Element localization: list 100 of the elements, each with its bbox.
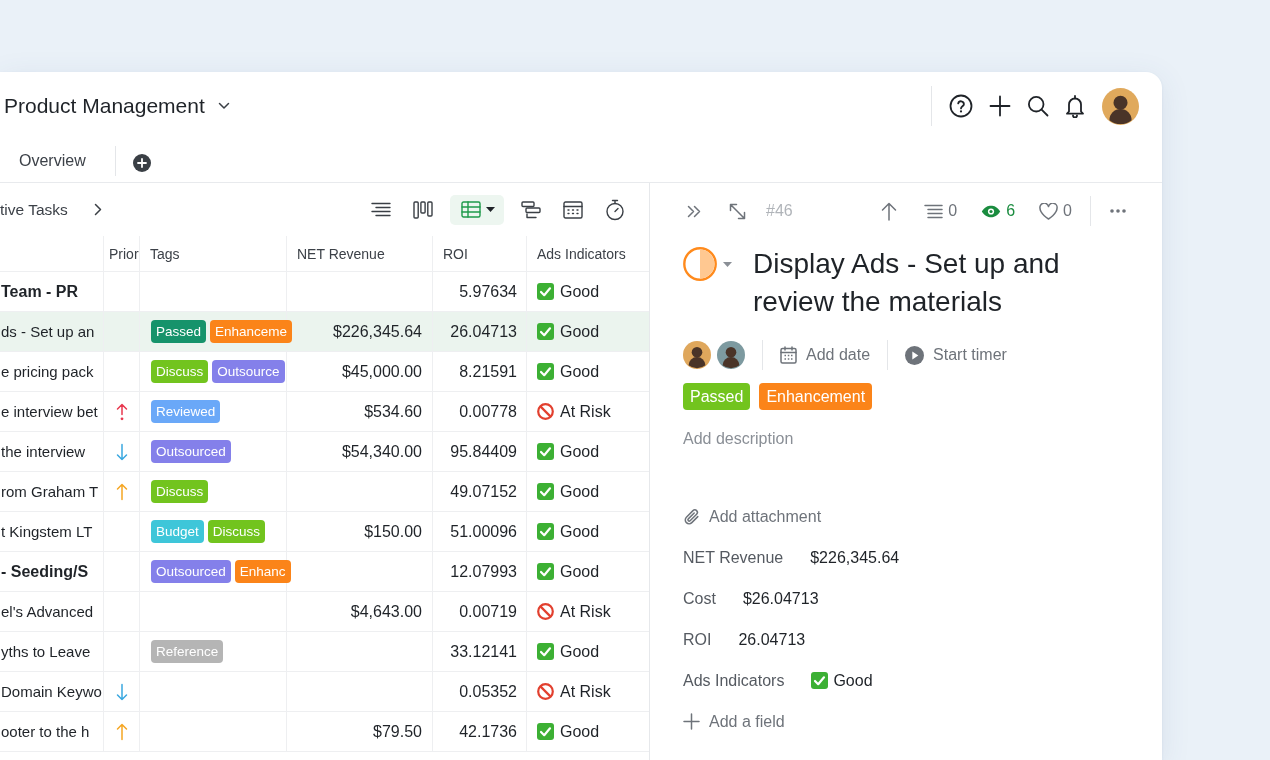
- prohibited-icon: [537, 683, 554, 700]
- group-name[interactable]: Team - PR: [0, 272, 104, 311]
- group-name[interactable]: - Seeding/S: [0, 552, 104, 591]
- task-name[interactable]: el's Advanced: [0, 592, 104, 631]
- check-mark-icon: [537, 363, 554, 380]
- indicator-label: Good: [560, 482, 600, 501]
- table-cell: $45,000.00: [287, 352, 433, 391]
- search-icon[interactable]: [1027, 95, 1049, 117]
- lines-icon[interactable]: [924, 203, 944, 219]
- table-row[interactable]: Domain Keywo 0.05352 At Risk: [0, 672, 649, 712]
- avatar[interactable]: [717, 341, 745, 369]
- column-header[interactable]: Prior: [104, 236, 140, 271]
- table-cell: $534.60: [287, 392, 433, 431]
- column-header[interactable]: Ads Indicators: [527, 236, 649, 271]
- field-value[interactable]: $26.04713: [742, 589, 819, 608]
- task-name[interactable]: e pricing pack: [0, 352, 104, 391]
- table-row[interactable]: e pricing pack Discuss Outsource $45,000.00 8.21591 Good: [0, 352, 649, 392]
- calendar-icon: [780, 346, 797, 364]
- field-value[interactable]: 26.04713: [738, 630, 806, 649]
- check-mark-icon: [537, 283, 554, 300]
- check-mark-icon: [537, 323, 554, 340]
- task-name[interactable]: the interview: [0, 432, 104, 471]
- caret-down-icon: [486, 207, 495, 212]
- table-view-button[interactable]: [450, 194, 504, 225]
- indicator-label: Good: [560, 642, 600, 661]
- table-cell: 42.1736: [433, 712, 527, 751]
- task-name[interactable]: ds - Set up an: [0, 312, 104, 351]
- column-header[interactable]: Tags: [140, 236, 287, 271]
- column-header[interactable]: ROI: [433, 236, 527, 271]
- bell-icon[interactable]: [1065, 94, 1085, 118]
- timer-icon: [605, 198, 625, 221]
- play-icon: [905, 345, 925, 365]
- start-timer-button[interactable]: Start timer: [905, 345, 1007, 365]
- table-cell: $79.50: [287, 712, 433, 751]
- table-row[interactable]: ds - Set up an Passed Enhanceme $226,345.64 26.04713 Good: [0, 312, 649, 352]
- add-field-button[interactable]: Add a field: [683, 701, 785, 742]
- table-row[interactable]: yths to Leave Reference 33.12141 Good: [0, 632, 649, 672]
- arrow-up-icon[interactable]: [881, 201, 898, 221]
- table-row[interactable]: t Kingstem LT Budget Discuss $150.00 51.00096 Good: [0, 512, 649, 552]
- description-field[interactable]: Add description: [683, 427, 1003, 451]
- indicator-label: Good: [560, 442, 600, 461]
- add-tab-icon[interactable]: [132, 154, 151, 172]
- indicator-label: At Risk: [560, 682, 611, 701]
- check-mark-icon: [537, 643, 554, 660]
- expand-icon[interactable]: [729, 202, 746, 220]
- double-chevron-icon[interactable]: [687, 204, 701, 218]
- count: 0: [1063, 202, 1072, 220]
- gantt-icon: [521, 200, 541, 219]
- check-mark-icon: [811, 672, 829, 689]
- more-icon[interactable]: [1110, 209, 1126, 213]
- task-name[interactable]: Domain Keywo: [0, 672, 104, 711]
- task-name[interactable]: ooter to the h: [0, 712, 104, 751]
- field-value[interactable]: $226,345.64: [810, 548, 900, 567]
- task-name[interactable]: e interview bet: [0, 392, 104, 431]
- table-row[interactable]: - Seeding/S Outsourced Enhanc 12.07993 Good: [0, 552, 649, 592]
- chevron-right-icon[interactable]: [93, 203, 102, 216]
- field-label: NET Revenue: [683, 548, 784, 567]
- help-icon[interactable]: [949, 94, 973, 118]
- indicator-label: Good: [560, 282, 600, 301]
- plus-icon[interactable]: [989, 95, 1011, 117]
- task-name[interactable]: rom Graham T: [0, 472, 104, 511]
- table-cell: 0.05352: [433, 672, 527, 711]
- add-date-button[interactable]: Add date: [780, 346, 871, 364]
- table-cell: 51.00096: [433, 512, 527, 551]
- table-row[interactable]: e interview bet Reviewed $534.60 0.00778 At Risk: [0, 392, 649, 432]
- task-name[interactable]: t Kingstem LT: [0, 512, 104, 551]
- table-cell: $150.00: [287, 512, 433, 551]
- project-dropdown[interactable]: Product Management: [4, 94, 230, 118]
- task-number: #46: [766, 202, 793, 220]
- board-icon: [413, 200, 433, 219]
- user-avatar[interactable]: [1102, 87, 1139, 125]
- avatar[interactable]: [683, 341, 711, 369]
- field-label: ROI: [683, 630, 712, 649]
- table-cell: 49.07152: [433, 472, 527, 511]
- chevron-down-icon: [217, 102, 230, 110]
- table-row[interactable]: the interview Outsourced $54,340.00 95.84409 Good: [0, 432, 649, 472]
- check-mark-icon: [537, 563, 554, 580]
- eye-icon[interactable]: [981, 204, 1002, 218]
- plus-icon: [683, 713, 700, 730]
- heart-icon[interactable]: [1039, 202, 1059, 220]
- field-label: Ads Indicators: [683, 671, 785, 690]
- field-value[interactable]: Good: [833, 671, 873, 690]
- add-attachment-button[interactable]: Add attachment: [683, 496, 822, 537]
- calendar-icon: [563, 200, 583, 219]
- tag[interactable]: Passed: [151, 320, 207, 343]
- table-cell: $4,643.00: [287, 592, 433, 631]
- task-name[interactable]: yths to Leave: [0, 632, 104, 671]
- breadcrumb-link[interactable]: tive Tasks: [0, 200, 68, 219]
- table-row[interactable]: el's Advanced $4,643.00 0.00719 At Risk: [0, 592, 649, 632]
- indicator-label: At Risk: [560, 402, 611, 421]
- column-header[interactable]: NET Revenue: [287, 236, 433, 271]
- caret-down-icon[interactable]: [723, 262, 732, 267]
- task-title: Display Ads - Set up and review the materials: [753, 247, 1061, 319]
- tab[interactable]: Overview: [0, 140, 115, 182]
- table-row[interactable]: ooter to the h $79.50 42.1736 Good: [0, 712, 649, 752]
- indicator-label: Good: [560, 362, 600, 381]
- prohibited-icon: [537, 603, 554, 620]
- table-row[interactable]: rom Graham T Discuss 49.07152 Good: [0, 472, 649, 512]
- field-label: Cost: [683, 589, 716, 608]
- prohibited-icon: [537, 403, 554, 420]
